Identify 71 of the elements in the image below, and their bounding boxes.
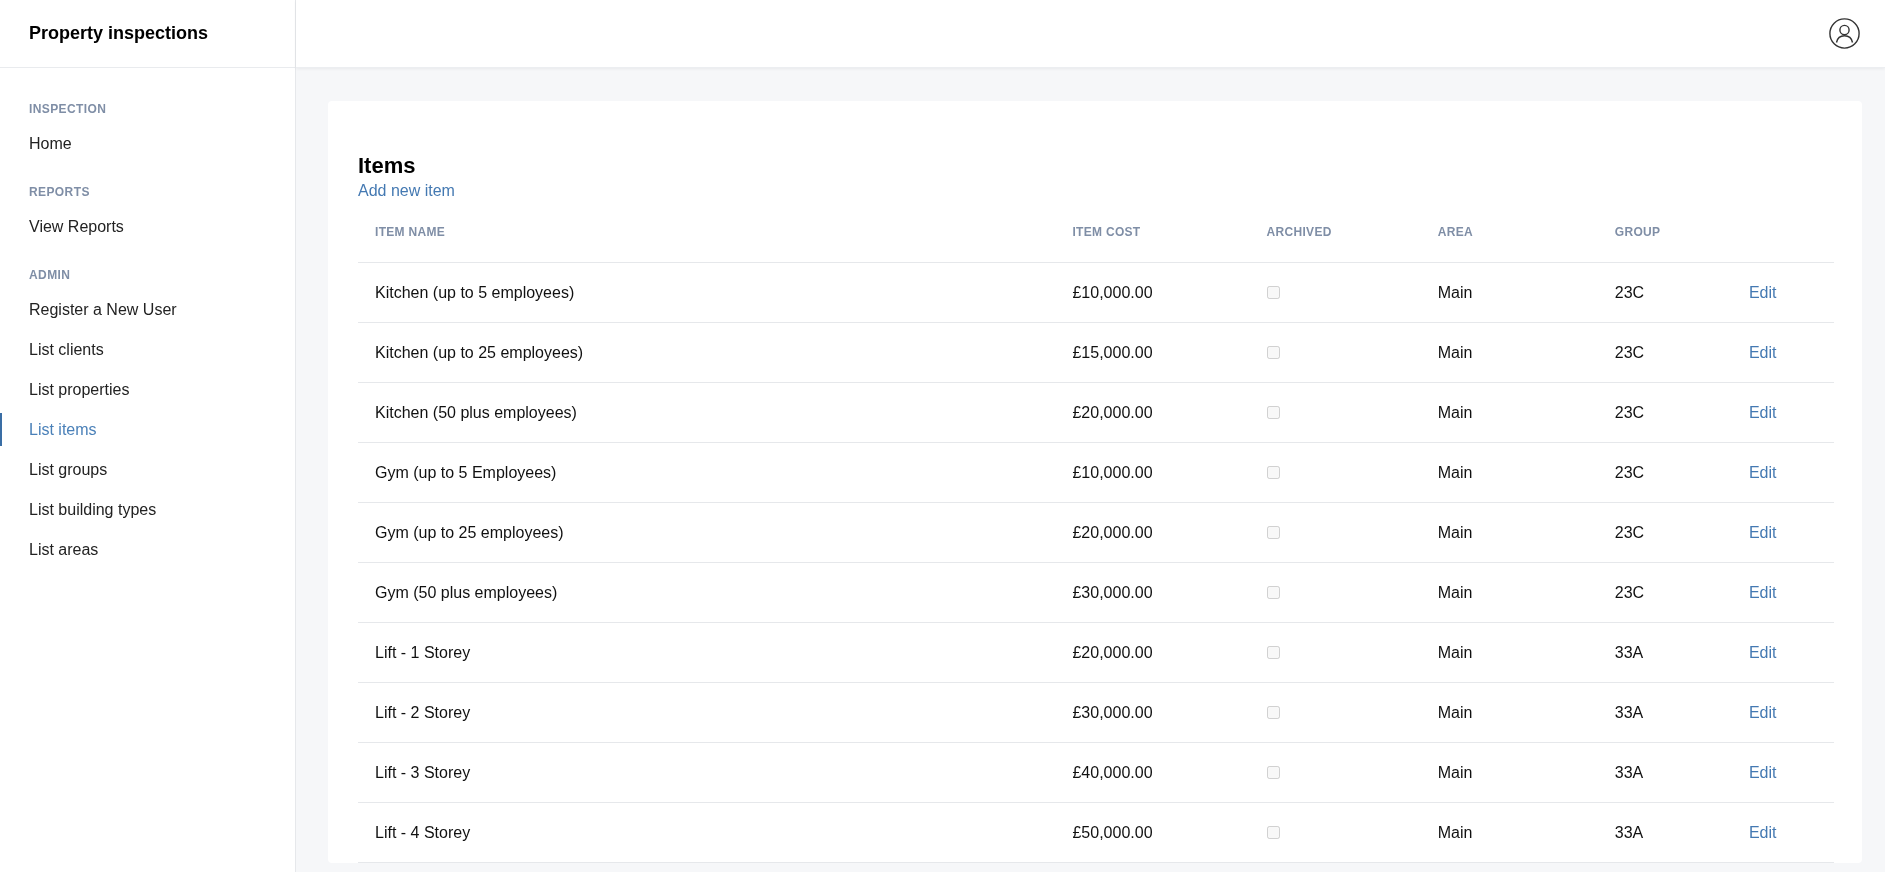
column-header: ITEM COST (1072, 225, 1141, 239)
group-code: 23C (1614, 463, 1645, 481)
edit-link[interactable]: Edit (1748, 283, 1777, 301)
item-name: Lift - 2 Storey (375, 703, 471, 721)
item-name: Lift - 3 Storey (375, 763, 471, 781)
item-name: Kitchen (50 plus employees) (375, 403, 577, 421)
sidebar-heading: INSPECTION (28, 101, 108, 117)
area-name: Main (1437, 283, 1473, 301)
item-cost: £50,000.00 (1072, 823, 1153, 841)
item-cost: £40,000.00 (1072, 763, 1153, 781)
item-cost: £30,000.00 (1072, 583, 1153, 601)
sidebar-link[interactable]: List groups (0, 453, 295, 486)
group-code: 23C (1614, 283, 1645, 301)
edit-link[interactable]: Edit (1748, 463, 1777, 481)
sidebar-link[interactable]: Register a New User (0, 293, 295, 326)
item-name: Gym (up to 5 Employees) (375, 463, 557, 481)
item-name: Gym (50 plus employees) (375, 583, 558, 601)
sidebar-link[interactable]: List building types (0, 493, 295, 526)
user-icon[interactable] (1829, 18, 1860, 49)
item-cost: £30,000.00 (1072, 703, 1153, 721)
group-code: 23C (1614, 343, 1645, 361)
group-code: 23C (1614, 523, 1645, 541)
item-cost: £20,000.00 (1072, 403, 1153, 421)
area-name: Main (1437, 643, 1473, 661)
app-title: Property inspections (29, 22, 209, 45)
edit-link[interactable]: Edit (1748, 403, 1777, 421)
group-code: 23C (1614, 583, 1645, 601)
sidebar-link[interactable]: List areas (0, 533, 295, 566)
edit-link[interactable]: Edit (1748, 583, 1777, 601)
area-name: Main (1437, 523, 1473, 541)
sidebar-link[interactable]: List properties (0, 373, 295, 406)
sidebar-link[interactable]: Home (0, 127, 295, 160)
item-name: Lift - 4 Storey (375, 823, 471, 841)
area-name: Main (1437, 463, 1473, 481)
sidebar-link[interactable]: List clients (0, 333, 295, 366)
group-code: 33A (1614, 823, 1644, 841)
edit-link[interactable]: Edit (1748, 823, 1777, 841)
item-cost: £20,000.00 (1072, 643, 1153, 661)
sidebar-heading: REPORTS (28, 184, 91, 200)
sidebar-heading: ADMIN (28, 267, 72, 283)
item-cost: £15,000.00 (1072, 343, 1153, 361)
sidebar-link[interactable]: View Reports (0, 210, 295, 243)
area-name: Main (1437, 703, 1473, 721)
item-name: Lift - 1 Storey (375, 643, 471, 661)
sidebar-link[interactable]: List items (0, 413, 295, 446)
item-cost: £10,000.00 (1072, 283, 1153, 301)
area-name: Main (1437, 583, 1473, 601)
column-header: ITEM NAME (375, 225, 446, 239)
item-name: Kitchen (up to 5 employees) (375, 283, 575, 301)
group-code: 23C (1614, 403, 1645, 421)
item-name: Gym (up to 25 employees) (375, 523, 564, 541)
column-header: ARCHIVED (1266, 225, 1332, 239)
item-cost: £20,000.00 (1072, 523, 1153, 541)
column-header: GROUP (1614, 225, 1661, 239)
area-name: Main (1437, 403, 1473, 421)
area-name: Main (1437, 763, 1473, 781)
area-name: Main (1437, 343, 1473, 361)
group-code: 33A (1614, 703, 1644, 721)
item-cost: £10,000.00 (1072, 463, 1153, 481)
edit-link[interactable]: Edit (1748, 763, 1777, 781)
group-code: 33A (1614, 763, 1644, 781)
item-name: Kitchen (up to 25 employees) (375, 343, 584, 361)
add-item-link[interactable]: Add new item (358, 182, 455, 199)
page-title: Items (358, 153, 416, 178)
column-header: AREA (1437, 225, 1473, 239)
group-code: 33A (1614, 643, 1644, 661)
edit-link[interactable]: Edit (1748, 343, 1777, 361)
edit-link[interactable]: Edit (1748, 523, 1777, 541)
edit-link[interactable]: Edit (1748, 643, 1777, 661)
area-name: Main (1437, 823, 1473, 841)
edit-link[interactable]: Edit (1748, 703, 1777, 721)
